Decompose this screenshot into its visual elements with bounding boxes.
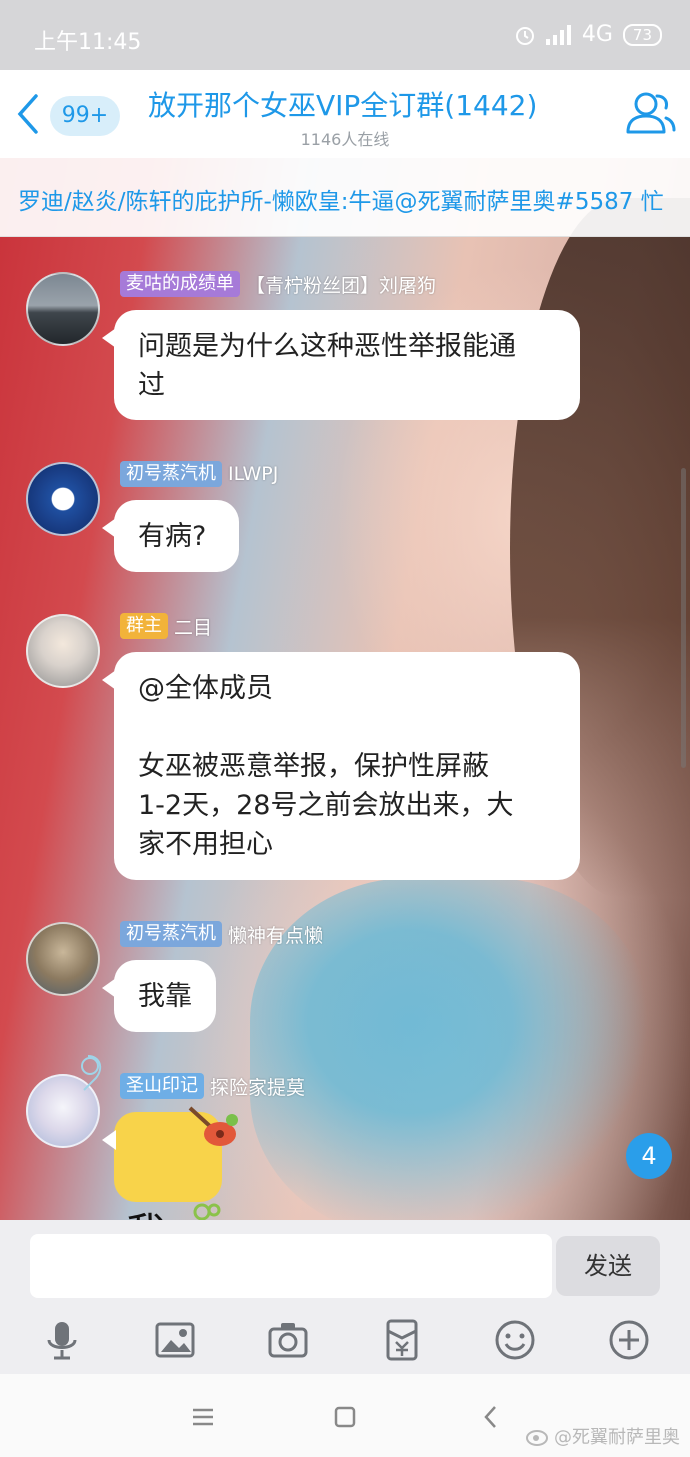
message-bubble[interactable]: 我靠 — [102, 960, 216, 1032]
avatar[interactable] — [26, 462, 100, 536]
menu-icon[interactable] — [188, 1402, 218, 1432]
input-bar: 发送 — [0, 1220, 690, 1308]
scrollbar[interactable] — [681, 468, 686, 768]
announcement-bar[interactable]: 罗迪/赵炎/陈轩的庇护所-懒欧皇:牛逼@死翼耐萨里奥#5587 忙 — [0, 158, 690, 237]
battery-indicator: 73 — [622, 23, 662, 46]
sender-meta: 圣山印记 探险家提莫 — [120, 1072, 305, 1100]
message-bubble[interactable]: 问题是为什么这种恶性举报能通 过 — [102, 310, 580, 420]
guitar-icon — [188, 1106, 238, 1146]
member-title-tag: 初号蒸汽机 — [120, 921, 222, 947]
avatar[interactable] — [26, 922, 100, 996]
plus-icon[interactable] — [607, 1318, 651, 1362]
sender-name[interactable]: 懒神有点懒 — [228, 921, 323, 948]
emoji-icon[interactable] — [493, 1318, 537, 1362]
member-title-tag: 初号蒸汽机 — [120, 461, 222, 487]
system-navigation-bar: @死翼耐萨里奥 — [0, 1374, 690, 1457]
image-icon[interactable] — [153, 1318, 197, 1362]
group-members-icon[interactable] — [624, 88, 676, 138]
member-title-tag: 群主 — [120, 613, 168, 639]
member-title-tag: 圣山印记 — [120, 1073, 204, 1099]
watermark-text: @死翼耐萨里奥 — [554, 1427, 680, 1448]
online-count: 1146人在线 — [300, 130, 390, 149]
message-big-text: 我 — [126, 1210, 166, 1220]
sender-name[interactable]: 【青柠粉丝团】刘屠狗 — [246, 271, 436, 298]
signal-icon — [545, 24, 571, 45]
microphone-icon[interactable] — [40, 1318, 84, 1362]
camera-icon[interactable] — [266, 1318, 310, 1362]
avatar-pendant-icon — [81, 1055, 102, 1091]
sender-name[interactable]: 二目 — [174, 613, 212, 640]
watermark: @死翼耐萨里奥 — [526, 1423, 680, 1449]
status-indicators: 4G 73 — [514, 22, 662, 47]
member-title-tag: 麦咕的成绩单 — [120, 271, 240, 297]
avatar[interactable] — [26, 614, 100, 688]
announcement-text: 罗迪/赵炎/陈轩的庇护所-懒欧皇:牛逼@死翼耐萨里奥#5587 忙 — [18, 189, 664, 215]
network-type: 4G — [581, 22, 613, 47]
red-packet-icon[interactable] — [380, 1318, 424, 1362]
status-bar: 上午11:45 4G 73 — [0, 0, 690, 70]
avatar[interactable] — [26, 272, 100, 346]
alarm-icon — [515, 26, 534, 45]
message-bubble[interactable]: @全体成员 女巫被恶意举报，保护性屏蔽 1-2天，28号之前会放出来，大 家不用… — [102, 652, 580, 880]
home-square-icon[interactable] — [330, 1402, 360, 1432]
bubble-decoration-icon — [193, 1203, 221, 1220]
status-time: 上午11:45 — [34, 30, 142, 55]
input-toolbar — [0, 1308, 690, 1374]
new-message-count-button[interactable]: 4 — [626, 1133, 672, 1179]
back-icon[interactable] — [476, 1402, 506, 1432]
chat-header: 99+ 放开那个女巫VIP全订群(1442) 1146人在线 — [0, 70, 690, 158]
sender-name[interactable]: ILWPJ — [228, 463, 278, 485]
chat-area[interactable]: 罗迪/赵炎/陈轩的庇护所-懒欧皇:牛逼@死翼耐萨里奥#5587 忙 麦咕的成绩单… — [0, 158, 690, 1220]
send-button[interactable]: 发送 — [556, 1236, 660, 1296]
sender-meta: 麦咕的成绩单 【青柠粉丝团】刘屠狗 — [120, 270, 436, 298]
message-bubble[interactable]: 有病? — [102, 500, 239, 572]
sender-meta: 初号蒸汽机 懒神有点懒 — [120, 920, 323, 948]
sender-meta: 群主 二目 — [120, 612, 212, 640]
sender-meta: 初号蒸汽机 ILWPJ — [120, 460, 278, 488]
sender-name[interactable]: 探险家提莫 — [210, 1073, 305, 1100]
message-input[interactable] — [30, 1234, 552, 1298]
group-title: 放开那个女巫VIP全订群(1442) — [148, 89, 538, 122]
weibo-logo-icon — [526, 1430, 548, 1446]
